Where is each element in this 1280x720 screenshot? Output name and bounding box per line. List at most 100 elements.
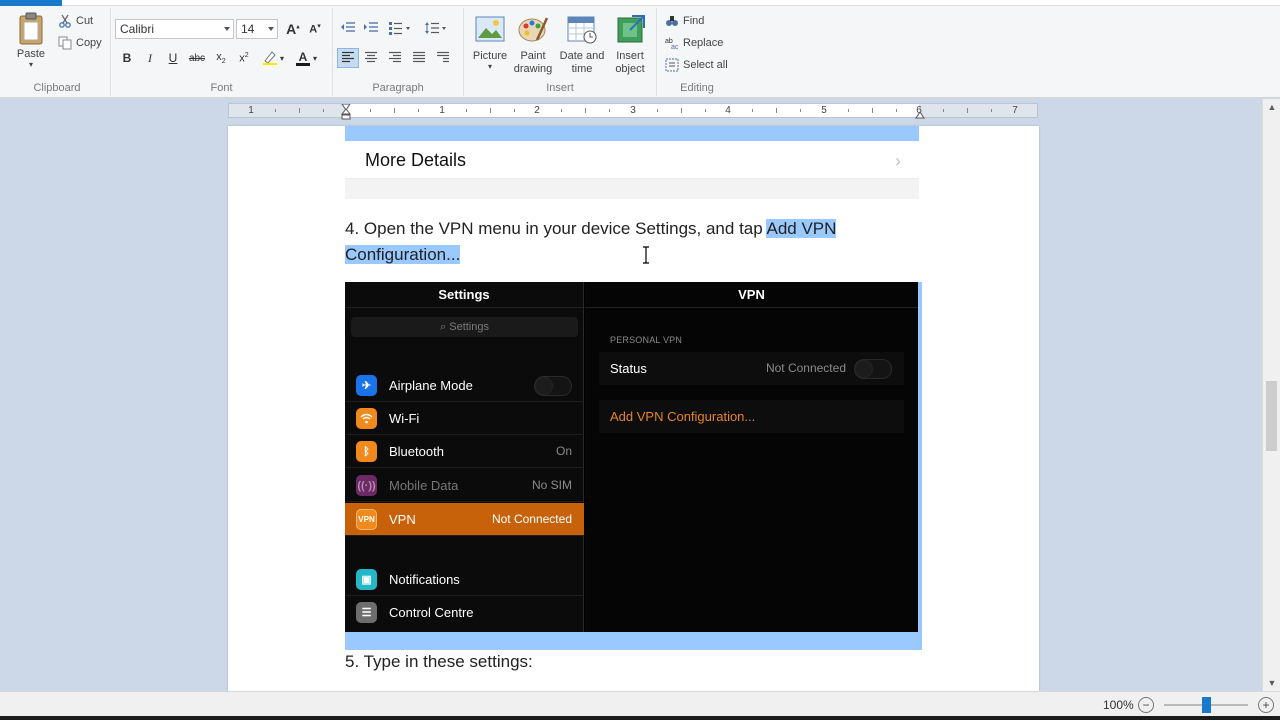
scroll-down-button[interactable]: ▼	[1263, 675, 1280, 691]
underline-button[interactable]: U	[163, 48, 183, 68]
clipboard-group-label: Clipboard	[33, 82, 81, 94]
copy-button[interactable]: Copy	[58, 34, 102, 52]
ruler-tick	[704, 109, 706, 112]
scissors-icon	[58, 14, 72, 28]
minus-icon: −	[1142, 698, 1150, 712]
ruler-tick	[752, 109, 754, 112]
step-4-paragraph[interactable]: 4. Open the VPN menu in your device Sett…	[345, 216, 837, 242]
replace-label: Replace	[683, 37, 724, 49]
grow-font-button[interactable]: A▴	[283, 19, 303, 39]
ios-settings-title: Settings	[345, 282, 583, 308]
file-tab[interactable]	[0, 0, 62, 6]
strikethrough-icon: abc	[188, 52, 206, 64]
justify-button[interactable]	[408, 48, 430, 68]
ruler-tick	[394, 108, 396, 113]
replace-button[interactable]: ab ac Replace	[665, 34, 723, 52]
zoom-slider-thumb[interactable]	[1202, 697, 1211, 713]
ios-vpn-title: VPN	[585, 282, 918, 308]
decrease-indent-icon	[340, 21, 356, 38]
vpn-icon: VPN	[356, 509, 377, 530]
select-all-button[interactable]: Select all	[665, 56, 728, 74]
paint-drawing-label: Paint drawing	[513, 50, 553, 75]
justify-icon	[412, 51, 426, 66]
strikethrough-button[interactable]: abc	[187, 48, 207, 68]
chevron-down-icon: ▾	[279, 53, 284, 63]
paste-button[interactable]: Paste ▾	[6, 12, 56, 69]
scroll-thumb[interactable]	[1266, 381, 1277, 451]
selected-text: Add VPN	[766, 219, 837, 238]
ios-vpn-screenshot[interactable]: Settings ⌕ Settings ✈ Airplane Mode Wi-F…	[345, 282, 918, 632]
ruler-tick	[943, 109, 945, 112]
vpn-status-toggle	[854, 359, 892, 379]
copy-label: Copy	[76, 37, 102, 49]
cut-button[interactable]: Cut	[58, 12, 93, 30]
editing-group: Find ab ac Replace Select all Editing	[657, 8, 737, 96]
superscript-button[interactable]: x2	[234, 48, 254, 68]
text-cursor-icon	[642, 246, 650, 267]
highlight-dropdown[interactable]: ▾	[277, 48, 287, 68]
plus-icon: +	[1262, 698, 1270, 712]
insert-object-button[interactable]: Insert object	[604, 14, 656, 76]
ios-row-label: Mobile Data	[389, 478, 459, 493]
subscript-button[interactable]: x2	[211, 48, 231, 68]
replace-icon: ab ac	[665, 36, 679, 50]
select-all-label: Select all	[683, 59, 728, 71]
increase-indent-icon	[363, 21, 379, 38]
zoom-out-button[interactable]: −	[1138, 697, 1154, 713]
find-button[interactable]: Find	[665, 12, 704, 30]
bold-button[interactable]: B	[117, 48, 137, 68]
font-family-value: Calibri	[120, 22, 155, 36]
bullet-list-button[interactable]	[385, 19, 415, 39]
chevron-up-icon: ▲	[1267, 102, 1277, 112]
align-right-button[interactable]	[384, 48, 406, 68]
select-all-icon	[665, 58, 679, 72]
ios-row-label: Bluetooth	[389, 444, 444, 459]
ruler-tick	[561, 109, 563, 112]
ruler[interactable]: 1 1 2 3 4 5 6 7	[228, 103, 1038, 120]
image-bottom-strip	[345, 179, 919, 199]
bluetooth-icon: ᛒ	[356, 441, 377, 462]
step-4-paragraph-line-2[interactable]: Configuration...	[345, 242, 461, 268]
align-left-button[interactable]	[337, 48, 359, 68]
bold-icon: B	[122, 51, 132, 65]
ios-row-label: VPN	[389, 512, 416, 527]
align-center-button[interactable]	[360, 48, 382, 68]
paint-drawing-button[interactable]: Paint drawing	[507, 14, 559, 76]
italic-button[interactable]: I	[140, 48, 160, 68]
ios-row-label: Wi-Fi	[389, 411, 420, 426]
font-family-select[interactable]: Calibri	[115, 19, 234, 39]
ruler-tick	[513, 109, 515, 112]
date-time-button[interactable]: Date and time	[556, 14, 608, 76]
antenna-icon: ((·))	[356, 475, 377, 496]
paragraph-settings-button[interactable]	[432, 48, 454, 68]
ruler-number: 4	[725, 105, 731, 116]
ruler-tick	[991, 109, 993, 112]
notifications-icon: ▣	[356, 569, 377, 590]
ruler-tick	[322, 109, 324, 112]
airplane-toggle	[534, 376, 572, 396]
ribbon: Paste ▾ Cut Copy Clipboard Calibri 14 A▴…	[0, 0, 1280, 98]
insert-object-label: Insert object	[615, 50, 645, 75]
search-icon: ⌕	[440, 321, 450, 333]
decrease-indent-button[interactable]	[337, 19, 359, 39]
document-page[interactable]: More Details › 4. Open the VPN menu in y…	[228, 126, 1039, 691]
vertical-scrollbar[interactable]: ▲ ▼	[1262, 99, 1280, 691]
clipboard-group: Paste ▾ Cut Copy Clipboard	[4, 8, 111, 96]
line-spacing-button[interactable]	[421, 19, 451, 39]
font-group: Calibri 14 A▴ A▾ B I U abc x2 x2 ▾ A ▾ F…	[111, 8, 333, 96]
ios-row-control-centre: ☰ Control Centre	[345, 596, 584, 629]
scroll-up-button[interactable]: ▲	[1263, 99, 1280, 115]
font-color-dropdown[interactable]: ▾	[310, 48, 320, 68]
document-area[interactable]: More Details › 4. Open the VPN menu in y…	[0, 121, 1262, 691]
ios-row-label: Notifications	[389, 572, 460, 587]
ruler-tick	[871, 108, 873, 113]
shrink-font-button[interactable]: A▾	[305, 19, 325, 39]
paste-dropdown-arrow[interactable]: ▾	[6, 61, 56, 69]
ios-row-value: No SIM	[531, 478, 572, 492]
ribbon-tab-strip	[0, 0, 1280, 6]
increase-indent-button[interactable]	[360, 19, 382, 39]
step-5-paragraph[interactable]: 5. Type in these settings:	[345, 649, 533, 675]
zoom-in-button[interactable]: +	[1258, 697, 1274, 713]
ruler-number: 1	[439, 105, 445, 116]
font-size-select[interactable]: 14	[236, 19, 278, 39]
